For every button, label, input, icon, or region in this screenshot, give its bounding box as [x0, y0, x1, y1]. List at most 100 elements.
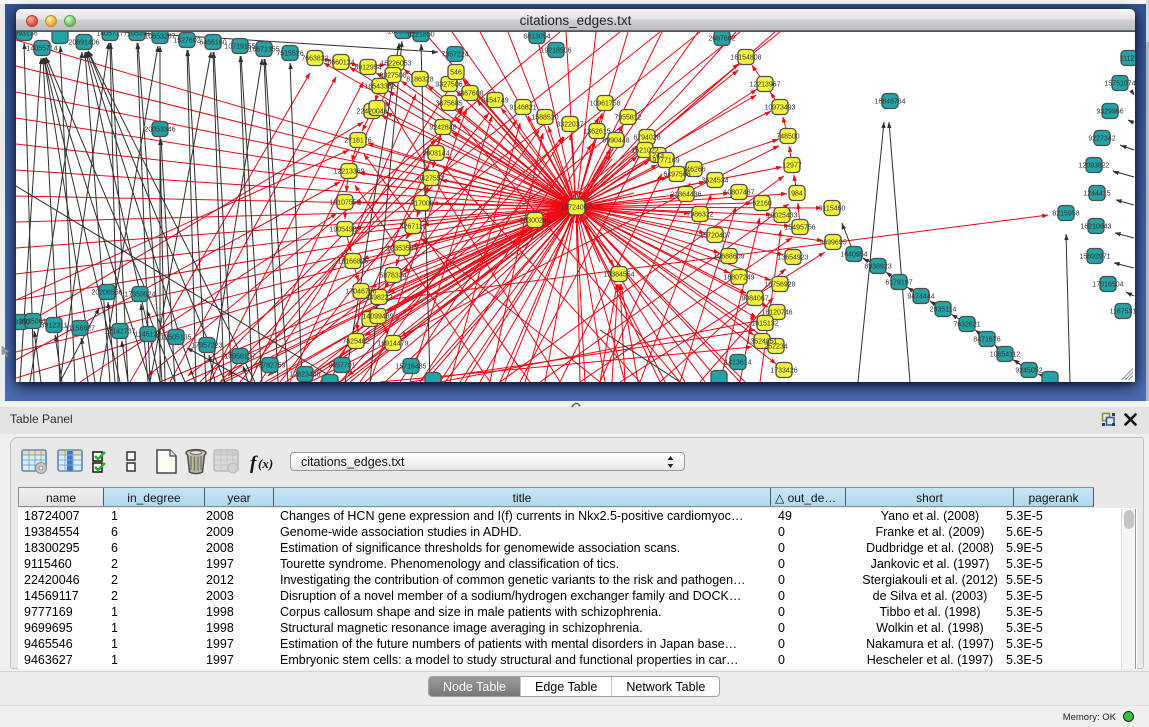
svg-text:2718176: 2718176: [344, 138, 371, 145]
svg-text:9777169: 9777169: [652, 158, 679, 165]
svg-text:16154808: 16154808: [730, 55, 761, 62]
svg-text:20691406: 20691406: [68, 40, 99, 47]
svg-text:6179197: 6179197: [885, 280, 912, 287]
svg-text:15716485: 15716485: [395, 364, 426, 371]
svg-text:10756928: 10756928: [764, 282, 795, 289]
svg-text:12823448: 12823448: [289, 372, 320, 379]
svg-text:8471676: 8471676: [973, 337, 1000, 344]
svg-text:2093136: 2093136: [16, 32, 38, 38]
svg-text:20206556: 20206556: [91, 290, 122, 297]
svg-text:17016504: 17016504: [1092, 282, 1123, 289]
svg-text:22420046: 22420046: [356, 109, 387, 116]
svg-text:9146821: 9146821: [509, 105, 536, 112]
svg-text:16914479: 16914479: [377, 341, 408, 348]
svg-text:17359924: 17359924: [124, 292, 155, 299]
svg-text:1733426: 1733426: [770, 368, 797, 375]
svg-text:8427552: 8427552: [417, 176, 444, 183]
svg-text:8912954: 8912954: [354, 65, 381, 72]
svg-text:3875685: 3875685: [435, 101, 462, 108]
svg-text:12505135: 12505135: [160, 335, 191, 342]
svg-text:8990448: 8990448: [602, 138, 629, 145]
svg-text:2803144: 2803144: [422, 151, 449, 158]
svg-text:746266: 746266: [682, 167, 705, 174]
svg-text:62160: 62160: [752, 201, 772, 208]
svg-text:9699695: 9699695: [819, 240, 846, 247]
svg-text:1362615: 1362615: [583, 129, 610, 136]
svg-text:546: 546: [450, 70, 462, 77]
svg-text:6466160: 6466160: [199, 40, 226, 47]
svg-text:f: f: [250, 453, 258, 474]
svg-text:8215958: 8215958: [1052, 211, 1079, 218]
svg-text:(x): (x): [258, 456, 273, 471]
svg-text:9327508: 9327508: [379, 73, 406, 80]
svg-text:8660124: 8660124: [327, 60, 354, 67]
svg-text:10107552: 10107552: [329, 200, 360, 207]
svg-text:9474444: 9474444: [907, 294, 934, 301]
svg-text:9227342: 9227342: [1088, 136, 1115, 143]
svg-text:2687682: 2687682: [708, 36, 735, 43]
svg-text:9242848: 9242848: [429, 125, 456, 132]
svg-text:17957223: 17957223: [191, 343, 222, 350]
svg-text:7986322: 7986322: [686, 212, 713, 219]
svg-text:3624534: 3624534: [701, 178, 728, 185]
svg-text:7955812: 7955812: [614, 115, 641, 122]
svg-text:19218506: 19218506: [540, 48, 571, 55]
svg-text:12093822: 12093822: [1078, 163, 1109, 170]
svg-text:16543382: 16543382: [364, 84, 395, 91]
svg-text:1640954: 1640954: [840, 252, 867, 259]
svg-text:15692971: 15692971: [1079, 254, 1110, 261]
svg-text:2935114: 2935114: [930, 307, 957, 314]
svg-text:8938923: 8938923: [864, 264, 891, 271]
svg-text:21364436: 21364436: [670, 192, 701, 199]
svg-text:1615132: 1615132: [751, 321, 778, 328]
svg-text:1244415: 1244415: [1083, 191, 1110, 198]
svg-text:4498222: 4498222: [365, 295, 392, 302]
svg-text:13654923: 13654923: [777, 255, 808, 262]
svg-text:19166825: 19166825: [337, 259, 368, 266]
svg-text:15751074: 15751074: [1104, 81, 1135, 88]
svg-text:19300295: 19300295: [519, 218, 550, 225]
svg-text:10973493: 10973493: [764, 105, 795, 112]
svg-text:14099489: 14099489: [362, 314, 393, 321]
svg-text:9457791: 9457791: [328, 363, 355, 370]
svg-text:9221850: 9221850: [407, 32, 434, 39]
svg-text:11123: 11123: [1120, 56, 1135, 63]
svg-text:10654112: 10654112: [990, 352, 1021, 359]
svg-text:8813054: 8813054: [523, 34, 550, 41]
svg-text:9115460: 9115460: [819, 206, 846, 213]
svg-text:717006: 717006: [410, 201, 433, 208]
svg-text:19054985: 19054985: [329, 227, 360, 234]
svg-text:12977: 12977: [782, 163, 802, 170]
svg-text:8186328: 8186328: [406, 77, 433, 84]
svg-text:15226053: 15226053: [380, 61, 411, 68]
svg-text:10961758: 10961758: [589, 101, 620, 108]
svg-text:7663822: 7663822: [301, 56, 328, 63]
svg-text:8454749: 8454749: [481, 98, 508, 105]
svg-text:9245052: 9245052: [1015, 368, 1042, 375]
svg-text:1527602: 1527602: [173, 38, 200, 45]
svg-text:15495756: 15495756: [784, 225, 815, 232]
svg-text:1167531: 1167531: [1110, 309, 1135, 316]
svg-text:10025433: 10025433: [766, 213, 797, 220]
svg-text:2867608: 2867608: [456, 91, 483, 98]
svg-text:10958137: 10958137: [224, 354, 255, 361]
svg-text:5878334: 5878334: [379, 273, 406, 280]
svg-text:252234: 252234: [764, 344, 787, 351]
svg-text:1413614: 1413614: [724, 360, 751, 367]
svg-text:9084067: 9084067: [741, 296, 768, 303]
svg-text:6794028: 6794028: [633, 135, 660, 142]
svg-text:18724007: 18724007: [560, 205, 591, 212]
svg-text:9327506: 9327506: [435, 82, 462, 89]
svg-text:12353594: 12353594: [386, 246, 417, 253]
svg-text:7632621: 7632621: [953, 322, 980, 329]
svg-text:16782759: 16782759: [254, 363, 285, 370]
svg-text:3912311: 3912311: [41, 323, 68, 330]
svg-text:11156827: 11156827: [65, 326, 95, 333]
svg-text:12213967: 12213967: [749, 82, 780, 89]
svg-text:1145137: 1145137: [135, 332, 162, 339]
svg-text:15720407: 15720407: [699, 233, 730, 240]
svg-text:7625402: 7625402: [342, 339, 369, 346]
svg-text:10688609: 10688609: [713, 254, 744, 261]
svg-text:10807487: 10807487: [723, 190, 754, 197]
svg-text:748500: 748500: [776, 134, 799, 141]
